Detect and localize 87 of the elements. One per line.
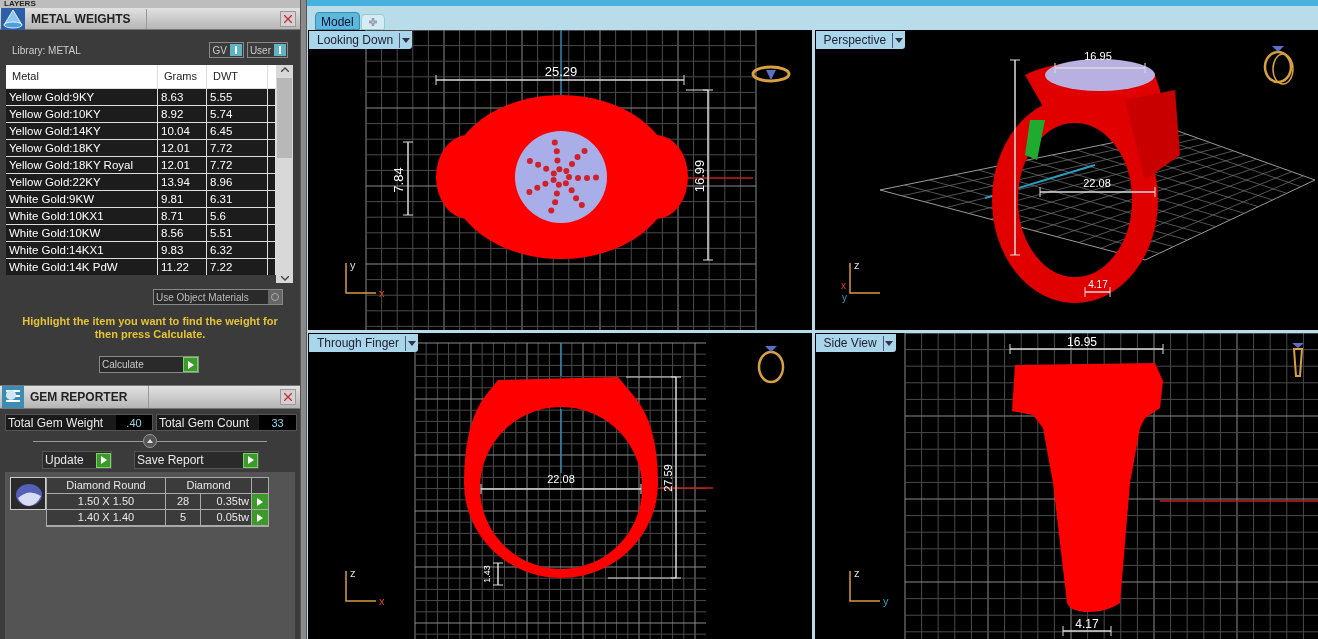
plus-icon[interactable] [367, 17, 378, 27]
axis-line [560, 408, 562, 474]
collapse-handle[interactable] [143, 434, 157, 448]
view-dropdown[interactable]: Side View [815, 334, 896, 352]
panel-splitter[interactable] [300, 0, 307, 639]
table-cell: 7.22 [207, 259, 268, 275]
cone-icon [1, 7, 25, 30]
report-button[interactable]: Update [42, 451, 112, 469]
table-cell: 1.50 X 1.50 [47, 494, 166, 509]
dimension-label: 27.59 [662, 464, 674, 492]
close-button[interactable] [280, 10, 296, 27]
axis-line [560, 342, 562, 377]
instruction-text: Highlight the item you want to find the weight for then press Calculate. [21, 315, 279, 341]
dimension-label: 25.29 [544, 64, 578, 79]
extension-line [625, 376, 677, 378]
close-icon[interactable] [284, 14, 292, 23]
view-dropdown[interactable]: Perspective [815, 31, 906, 49]
axis-line [659, 487, 714, 489]
total-field: Total Gem Weight .40 [5, 414, 153, 431]
axis-label: y [841, 292, 847, 303]
dimension-label: 4.17 [1087, 279, 1108, 290]
view-tab[interactable]: Model [315, 12, 360, 30]
axis-indicator [345, 262, 377, 294]
dimension-line [1083, 286, 1111, 298]
scrollbar[interactable] [276, 65, 293, 283]
column-header: Diamond [166, 478, 252, 493]
table-cell: White Gold:14K PdW [6, 259, 158, 275]
axis-label: z [853, 259, 859, 271]
dimension-label: 22.08 [1082, 177, 1111, 189]
toggle-switch[interactable]: GV [209, 42, 244, 58]
axis-label: y [882, 595, 888, 607]
axis-line [685, 177, 754, 179]
dimension-label: 7.84 [391, 167, 406, 193]
report-icon [2, 386, 24, 408]
gem-icon [10, 477, 46, 510]
panel-title: METAL WEIGHTS [31, 10, 132, 28]
report-button[interactable]: Save Report [134, 451, 259, 469]
play-icon[interactable] [100, 456, 107, 464]
panel-title: LAYERS [3, 0, 36, 8]
extension-line [607, 577, 677, 579]
scroll-down-icon[interactable] [280, 276, 289, 281]
toggle-switch[interactable]: User [246, 42, 288, 58]
ring-icon [1291, 343, 1304, 377]
scroll-up-icon[interactable] [280, 67, 289, 72]
axis-label: z [350, 567, 356, 579]
table-cell: 1.40 X 1.40 [47, 510, 166, 525]
dimension-label: 16.95 [1083, 50, 1112, 62]
dimension-label: 4.17 [1074, 617, 1099, 631]
dimension-label: 16.95 [1066, 335, 1097, 349]
column-header: Diamond Round [47, 478, 166, 493]
axis-label: z [853, 567, 859, 579]
use-object-materials-checkbox[interactable]: Use Object Materials [153, 289, 283, 305]
view-dropdown[interactable]: Through Finger [309, 334, 419, 352]
close-button[interactable] [280, 389, 296, 405]
table-cell: 28 [166, 494, 201, 509]
view-dropdown[interactable]: Looking Down [309, 31, 413, 49]
table-cell: 11.22 [158, 259, 207, 275]
close-icon[interactable] [284, 393, 292, 401]
dimension-label: 16.99 [692, 159, 707, 193]
ring-icon [751, 65, 791, 83]
row-button[interactable] [252, 494, 268, 509]
caret-icon[interactable] [885, 340, 894, 346]
ring-icon [757, 346, 785, 384]
panel-title: GEM REPORTER [30, 389, 129, 406]
axis-label: y [350, 259, 356, 271]
axis-label: x [379, 287, 385, 299]
library-label: Library: METAL [12, 43, 82, 58]
play-icon[interactable] [247, 456, 254, 464]
add-tab-button[interactable] [360, 14, 385, 30]
axis-indicator [345, 570, 377, 602]
play-icon[interactable] [187, 360, 194, 369]
caret-icon[interactable] [894, 37, 903, 43]
ring-icon [1263, 46, 1294, 85]
axis-indicator [848, 570, 881, 602]
axis-label: x [840, 280, 846, 291]
dimension-label: 22.08 [547, 473, 575, 485]
calculate-button[interactable]: Calculate [99, 356, 199, 373]
row-button[interactable] [252, 510, 268, 525]
caret-icon[interactable] [401, 37, 410, 43]
extension-line [685, 89, 709, 91]
dimension-line [492, 562, 504, 586]
table-cell: 5 [166, 510, 201, 525]
caret-icon[interactable] [407, 340, 416, 346]
dimension-label: 1.43 [482, 565, 492, 583]
total-field: Total Gem Count 33 [156, 414, 297, 431]
axis-indicator [848, 262, 881, 294]
axis-label: x [379, 595, 385, 607]
